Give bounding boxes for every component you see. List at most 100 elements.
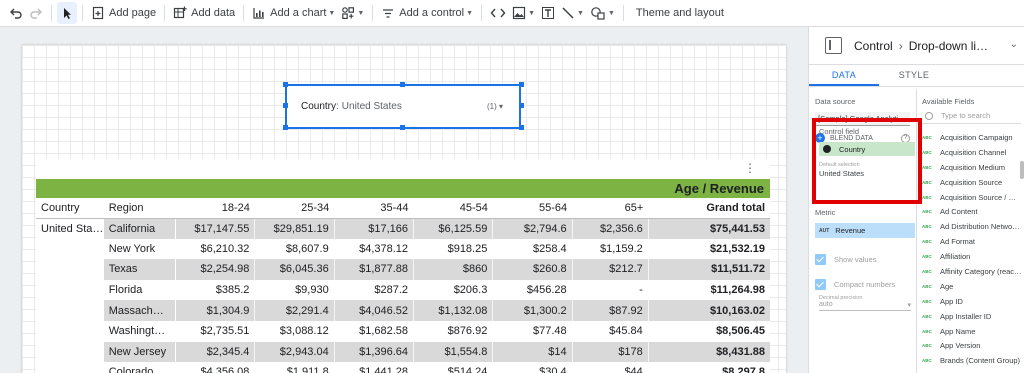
community-viz-button[interactable]: ▼ bbox=[338, 2, 367, 24]
country-dropdown-control[interactable]: Country: United States (1) ▾ bbox=[285, 84, 521, 129]
value-cell: $17,147.55 bbox=[175, 218, 256, 239]
field-list-item[interactable]: ABC Brands (Content Group) bbox=[922, 353, 1021, 368]
add-page-button[interactable]: Add page bbox=[88, 2, 159, 24]
undo-button[interactable] bbox=[6, 2, 26, 24]
text-type-icon: ABC bbox=[922, 224, 932, 230]
column-header[interactable]: 65+ bbox=[572, 198, 649, 219]
field-list-item[interactable]: ABC App Version bbox=[922, 338, 1021, 353]
table-row[interactable]: Massach… $1,304.9 $2,291.4 $4,046.52 $1,132.… bbox=[36, 300, 770, 321]
chevron-down-icon[interactable]: ⌄ bbox=[1010, 39, 1018, 50]
value-cell: $860 bbox=[413, 259, 494, 280]
field-list-item[interactable]: ABC Affiliation bbox=[922, 249, 1021, 264]
chevron-down-icon: ▼ bbox=[466, 9, 474, 17]
theme-layout-button[interactable]: Theme and layout bbox=[629, 2, 727, 24]
table-row[interactable]: Texas $2,254.98 $6,045.36 $1,877.88 $860 $260… bbox=[36, 259, 770, 280]
chevron-down-icon: ▼ bbox=[357, 9, 365, 17]
column-header[interactable]: 45-54 bbox=[413, 198, 493, 219]
field-list-item[interactable]: ABC Acquisition Campaign bbox=[922, 130, 1021, 145]
field-list-item[interactable]: ABC Acquisition Source / … bbox=[922, 190, 1021, 205]
grand-total-cell: $75,441.53 bbox=[648, 218, 770, 239]
resize-handle[interactable] bbox=[519, 82, 524, 87]
table-row[interactable]: New York $6,210.32 $8,607.9 $4,378.12 $918.2… bbox=[36, 238, 770, 260]
value-cell: $6,125.59 bbox=[413, 218, 494, 239]
resize-handle[interactable] bbox=[283, 103, 288, 108]
column-header[interactable]: 35-44 bbox=[334, 198, 414, 219]
value-cell: $45.84 bbox=[572, 320, 649, 342]
value-cell: $6,210.32 bbox=[175, 238, 256, 260]
tab-data[interactable]: DATA bbox=[809, 65, 879, 86]
fields-scrollbar[interactable] bbox=[1020, 161, 1024, 179]
text-button[interactable] bbox=[538, 2, 558, 24]
field-list-item[interactable]: ABC App Name bbox=[922, 324, 1021, 339]
value-cell: $1,132.08 bbox=[413, 300, 494, 321]
tab-style[interactable]: STYLE bbox=[879, 65, 949, 86]
shape-button[interactable]: ▼ bbox=[587, 2, 618, 24]
table-row[interactable]: New Jersey $2,345.4 $2,943.04 $1,396.64 $1,5… bbox=[36, 341, 770, 363]
resize-handle[interactable] bbox=[400, 82, 405, 87]
report-page[interactable]: Country: United States (1) ▾ ⋮ Age / Rev… bbox=[22, 45, 786, 373]
image-button[interactable]: ▼ bbox=[509, 2, 538, 24]
column-header[interactable]: 18-24 bbox=[175, 198, 255, 219]
show-values-checkbox[interactable]: Show values bbox=[815, 254, 915, 265]
value-cell: $918.25 bbox=[413, 238, 494, 260]
field-list-item[interactable]: ABC Acquisition Source bbox=[922, 175, 1021, 190]
country-cell bbox=[36, 341, 104, 363]
field-list-item[interactable]: ABC App ID bbox=[922, 294, 1021, 309]
field-list-item[interactable]: ABC Acquisition Channel bbox=[922, 145, 1021, 160]
pivot-table[interactable]: ⋮ Age / Revenue Country Region 18-24 25-34 3… bbox=[36, 159, 770, 373]
control-selected-value: United States bbox=[341, 101, 402, 112]
compact-numbers-checkbox[interactable]: Compact numbers bbox=[815, 279, 915, 290]
field-list-item[interactable]: ABC App Installer ID bbox=[922, 309, 1021, 324]
checkbox-checked-icon bbox=[815, 279, 826, 290]
field-list-item[interactable]: ABC Ad Format bbox=[922, 234, 1021, 249]
control-separator: : bbox=[336, 101, 339, 112]
shapes-icon bbox=[591, 7, 605, 20]
select-tool-button[interactable] bbox=[57, 2, 77, 24]
field-list-item[interactable]: ABC Ad Content bbox=[922, 204, 1021, 219]
line-button[interactable]: ▼ bbox=[558, 2, 587, 24]
redo-button[interactable] bbox=[26, 2, 46, 24]
add-data-button[interactable]: Add data bbox=[170, 2, 238, 24]
field-list-item[interactable]: ABC Ad Distribution Netwo… bbox=[922, 219, 1021, 234]
toolbar: Add page Add data Add a chart ▼ ▼ Add a … bbox=[0, 0, 1024, 27]
field-list-item[interactable]: ABC Acquisition Medium bbox=[922, 160, 1021, 175]
add-chart-label: Add a chart bbox=[270, 7, 327, 19]
value-cell: $4,046.52 bbox=[334, 300, 415, 321]
resize-handle[interactable] bbox=[519, 125, 524, 130]
metric-chip[interactable]: AUT Revenue bbox=[815, 223, 915, 238]
field-list-item[interactable]: ABC Age bbox=[922, 279, 1021, 294]
value-cell: $2,254.98 bbox=[175, 259, 256, 280]
resize-handle[interactable] bbox=[283, 125, 288, 130]
table-title: Age / Revenue bbox=[674, 181, 764, 196]
table-row[interactable]: Florida $385.2 $9,930 $287.2 $206.3 $456.28- $… bbox=[36, 279, 770, 301]
country-cell bbox=[36, 362, 104, 373]
resize-handle[interactable] bbox=[283, 82, 288, 87]
redo-icon bbox=[30, 8, 42, 19]
add-page-label: Add page bbox=[109, 7, 157, 19]
value-cell: $1,441.28 bbox=[334, 362, 415, 373]
add-chart-button[interactable]: Add a chart ▼ bbox=[249, 2, 338, 24]
resize-handle[interactable] bbox=[400, 125, 405, 130]
default-selection-value[interactable]: United States bbox=[819, 169, 915, 178]
control-field-chip[interactable]: Country bbox=[819, 142, 915, 156]
table-row[interactable]: Colorado $4,356.08 $1,911.8 $1,441.28 $514.2… bbox=[36, 362, 770, 373]
column-header[interactable]: 25-34 bbox=[254, 198, 335, 219]
resize-handle[interactable] bbox=[519, 103, 524, 108]
table-row[interactable]: Washingt… $2,735.51 $3,088.12 $1,682.58 $876… bbox=[36, 320, 770, 342]
embed-code-button[interactable] bbox=[487, 2, 509, 24]
field-list-item[interactable]: ABC Affinity Category (reac… bbox=[922, 264, 1022, 279]
more-vert-icon[interactable]: ⋮ bbox=[744, 161, 756, 175]
undo-icon bbox=[10, 8, 22, 19]
value-cell: $287.2 bbox=[334, 279, 415, 301]
field-search-input[interactable]: Type to search bbox=[922, 108, 1021, 124]
text-type-icon: ABC bbox=[922, 358, 932, 364]
control-selected-count[interactable]: (1) ▾ bbox=[487, 102, 503, 111]
table-row[interactable]: United Sta… California $17,147.55 $29,851.1… bbox=[36, 218, 770, 239]
column-header[interactable]: 55-64 bbox=[492, 198, 573, 219]
show-values-label: Show values bbox=[834, 255, 877, 264]
column-header[interactable]: Country bbox=[36, 198, 104, 219]
add-control-button[interactable]: Add a control ▼ bbox=[378, 2, 476, 24]
decimal-precision-select[interactable]: auto ▾ bbox=[819, 301, 911, 311]
column-header[interactable]: Grand total bbox=[648, 198, 770, 219]
column-header[interactable]: Region bbox=[103, 198, 176, 219]
